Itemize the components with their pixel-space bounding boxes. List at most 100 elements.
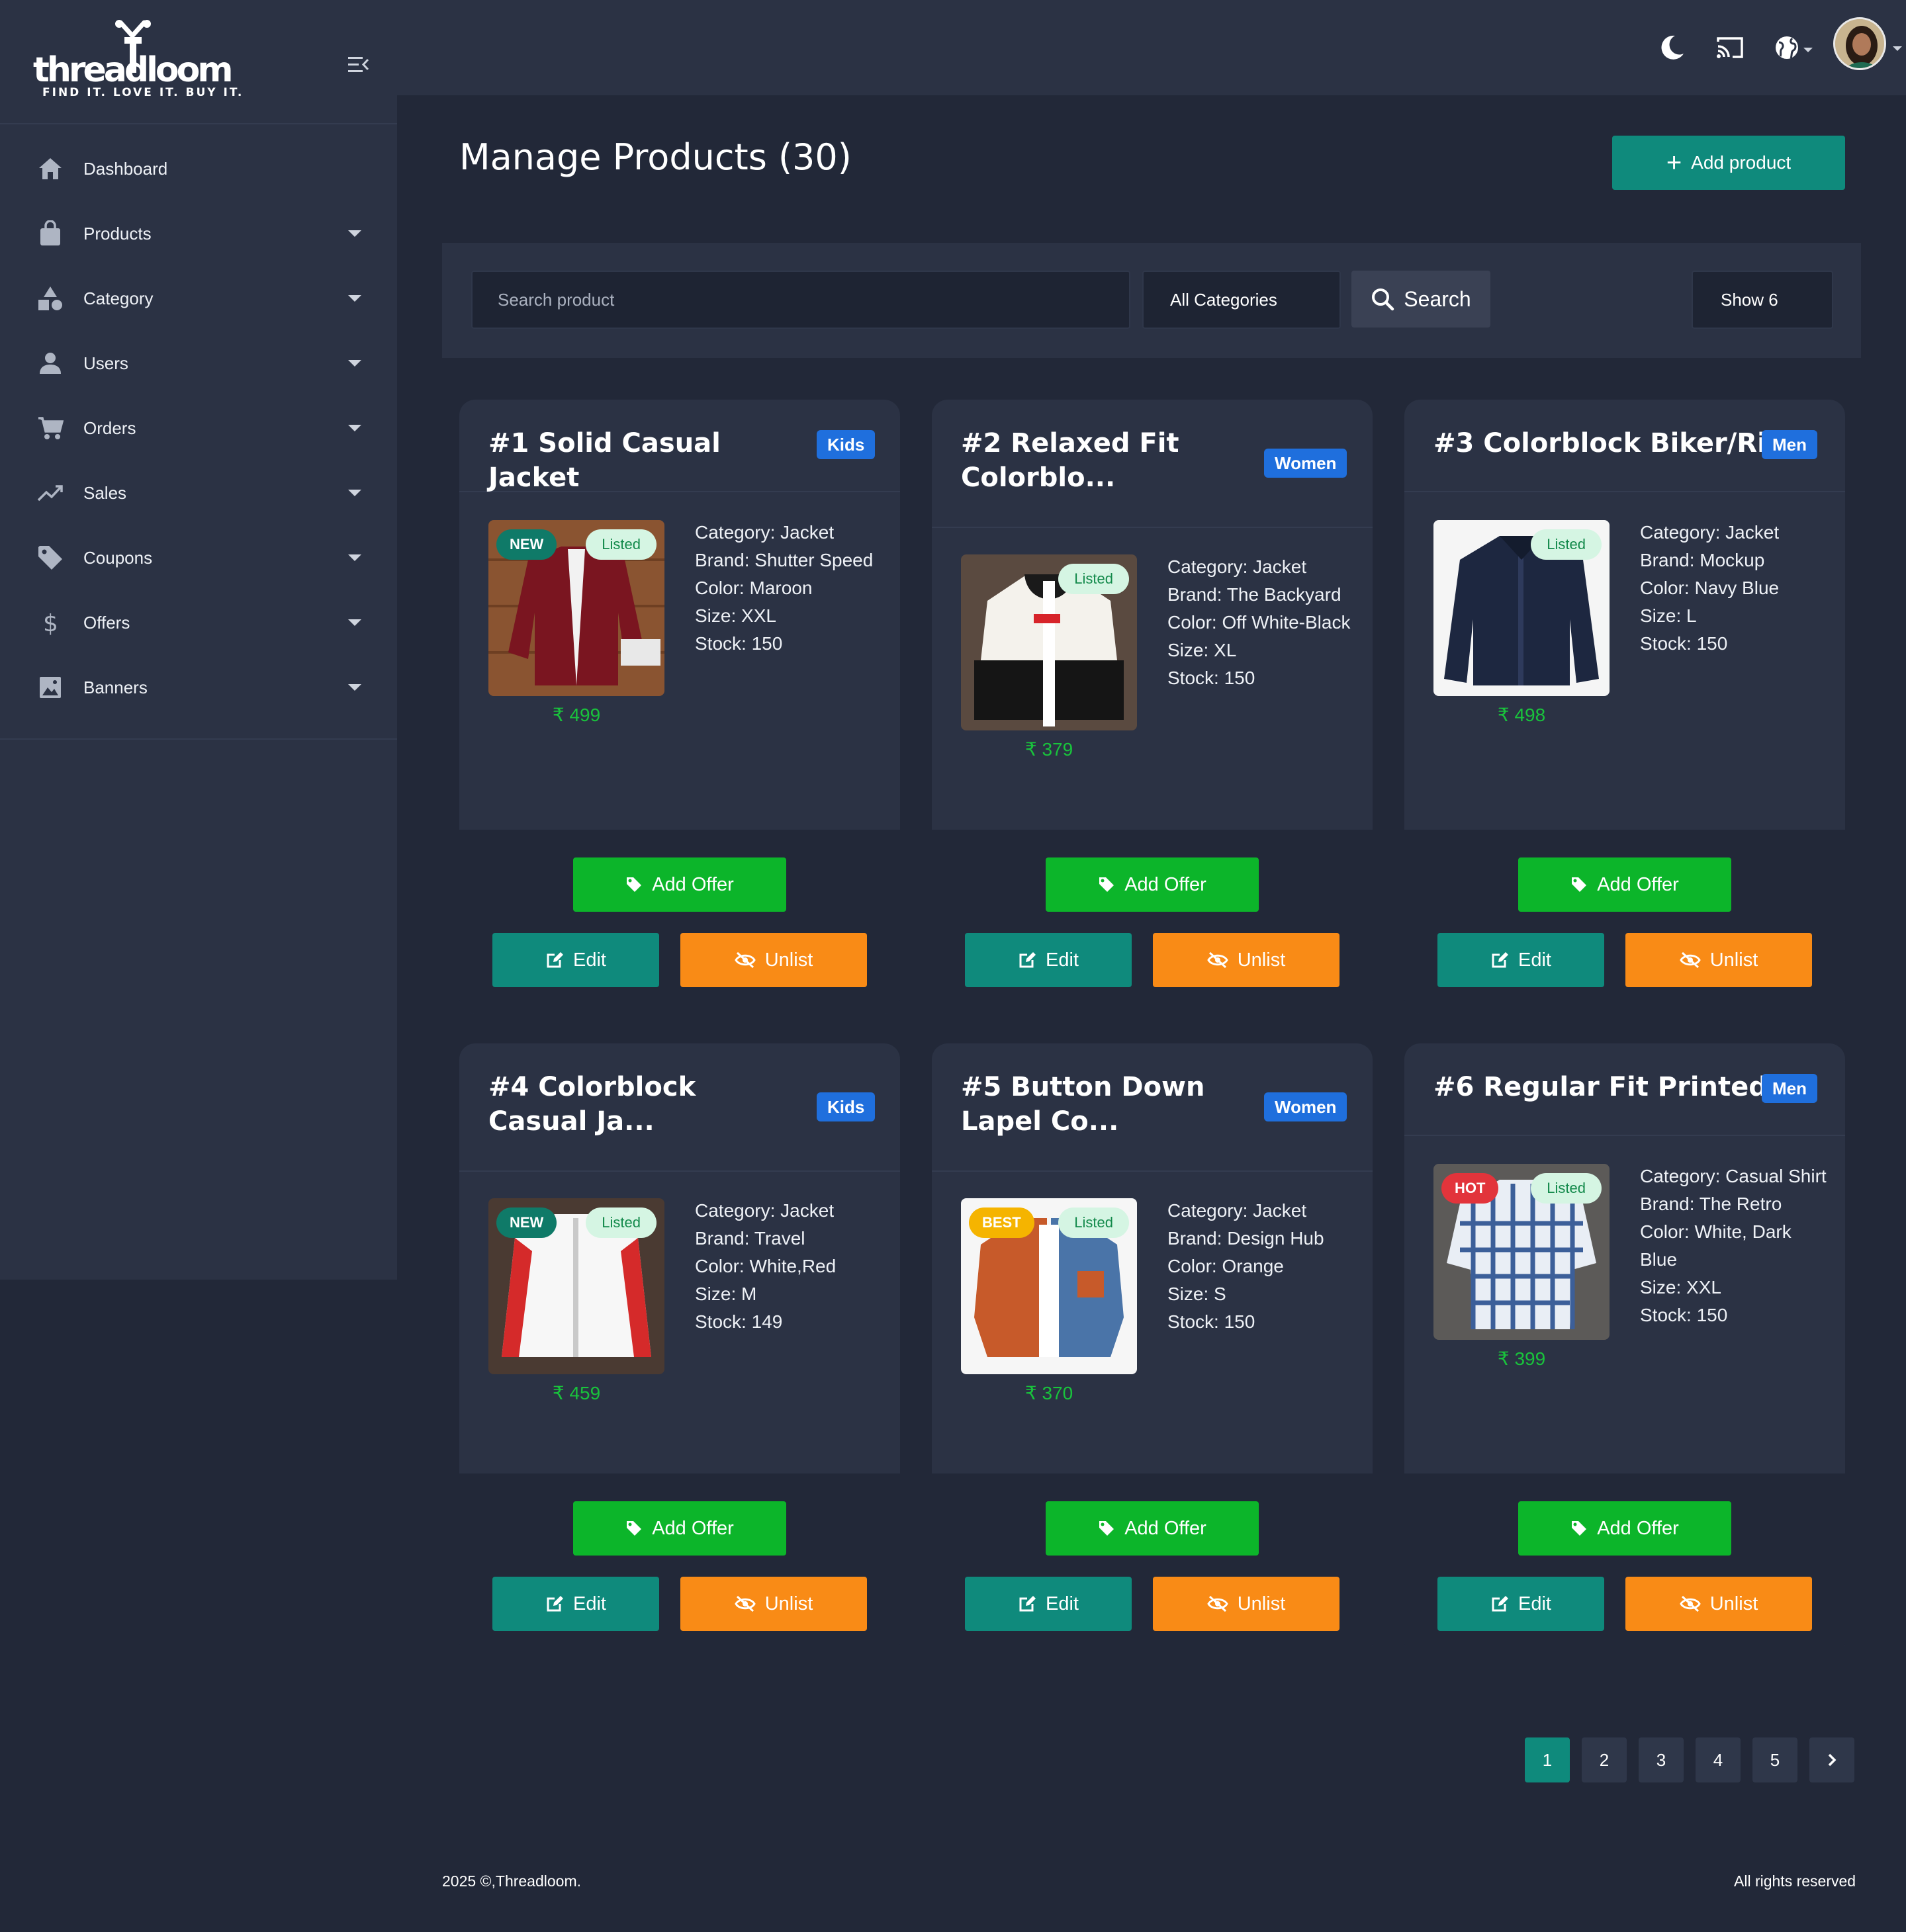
page-button-3[interactable]: 3 bbox=[1639, 1737, 1684, 1782]
add-offer-button[interactable]: Add Offer bbox=[1518, 857, 1731, 912]
category-badge: Women bbox=[1264, 449, 1347, 478]
edit-button[interactable]: Edit bbox=[492, 1577, 659, 1631]
product-card: #2 Relaxed Fit Colorblo... Women Listed … bbox=[932, 400, 1373, 1014]
cast-icon[interactable] bbox=[1714, 32, 1746, 64]
page-button-5[interactable]: 5 bbox=[1752, 1737, 1797, 1782]
sidebar-item-banners[interactable]: Banners bbox=[0, 655, 397, 720]
detail-brand: Brand: Design Hub bbox=[1167, 1228, 1324, 1249]
detail-size: Size: XL bbox=[1167, 640, 1237, 660]
unlist-button[interactable]: Unlist bbox=[680, 933, 867, 987]
eye-slash-icon bbox=[1680, 951, 1701, 969]
detail-category: Category: Casual Shirt bbox=[1640, 1166, 1827, 1186]
edit-label: Edit bbox=[1518, 949, 1551, 971]
sidebar-item-category[interactable]: Category bbox=[0, 266, 397, 331]
chevron-down-icon[interactable] bbox=[1893, 46, 1902, 51]
unlist-button[interactable]: Unlist bbox=[680, 1577, 867, 1631]
add-offer-button[interactable]: Add Offer bbox=[1046, 857, 1259, 912]
edit-icon bbox=[547, 952, 563, 968]
unlist-label: Unlist bbox=[764, 949, 813, 971]
dollar-icon: $ bbox=[37, 609, 64, 637]
detail-size: Size: L bbox=[1640, 605, 1697, 626]
product-details: Category: Jacket Brand: Shutter Speed Co… bbox=[695, 519, 887, 658]
logo[interactable]: threadloom FIND IT. LOVE IT. BUY IT. bbox=[33, 20, 242, 99]
listed-status: Listed bbox=[586, 529, 657, 560]
footer-copyright: 2025 ©,Threadloom. bbox=[442, 1872, 582, 1890]
edit-button[interactable]: Edit bbox=[1437, 933, 1604, 987]
edit-button[interactable]: Edit bbox=[965, 1577, 1132, 1631]
card-actions: Add Offer Edit Unlist bbox=[459, 1473, 900, 1657]
sidebar: threadloom FIND IT. LOVE IT. BUY IT. Das… bbox=[0, 0, 397, 1280]
page-title: Manage Products (30) bbox=[459, 136, 852, 178]
add-product-button[interactable]: + Add product bbox=[1612, 136, 1845, 190]
sidebar-item-dashboard[interactable]: Dashboard bbox=[0, 136, 397, 201]
sidebar-item-orders[interactable]: Orders bbox=[0, 396, 397, 461]
detail-size: Size: XXL bbox=[695, 605, 776, 626]
add-offer-button[interactable]: Add Offer bbox=[573, 1501, 786, 1556]
category-badge: Men bbox=[1762, 430, 1817, 459]
detail-category: Category: Jacket bbox=[1167, 1200, 1307, 1221]
product-card: #3 Colorblock Biker/Rid... Men Listed ₹ … bbox=[1404, 400, 1845, 1014]
chevron-down-icon bbox=[348, 425, 361, 431]
new-tag: NEW bbox=[496, 1208, 557, 1238]
product-image: Listed bbox=[961, 554, 1137, 730]
unlist-button[interactable]: Unlist bbox=[1153, 1577, 1339, 1631]
edit-icon bbox=[1492, 1596, 1508, 1612]
detail-stock: Stock: 150 bbox=[1167, 668, 1255, 688]
detail-brand: Brand: Shutter Speed bbox=[695, 550, 874, 570]
unlist-button[interactable]: Unlist bbox=[1625, 933, 1812, 987]
detail-brand: Brand: Travel bbox=[695, 1228, 805, 1249]
add-offer-button[interactable]: Add Offer bbox=[1518, 1501, 1731, 1556]
chevron-down-icon bbox=[348, 684, 361, 691]
page-button-2[interactable]: 2 bbox=[1582, 1737, 1627, 1782]
plus-icon: + bbox=[1666, 148, 1682, 177]
edit-label: Edit bbox=[1518, 1593, 1551, 1614]
product-details: Category: Casual Shirt Brand: The Retro … bbox=[1640, 1163, 1832, 1329]
globe-icon[interactable] bbox=[1771, 32, 1803, 64]
sidebar-item-sales[interactable]: Sales bbox=[0, 461, 397, 525]
sidebar-item-offers[interactable]: $ Offers bbox=[0, 590, 397, 655]
page-button-4[interactable]: 4 bbox=[1696, 1737, 1741, 1782]
add-offer-button[interactable]: Add Offer bbox=[573, 857, 786, 912]
bag-icon bbox=[37, 220, 64, 247]
sidebar-nav: Dashboard Products Category Users Orders… bbox=[0, 124, 397, 740]
add-offer-label: Add Offer bbox=[1597, 1517, 1679, 1539]
chevron-down-icon bbox=[348, 554, 361, 561]
chevron-right-icon bbox=[1828, 1753, 1837, 1767]
search-button-label: Search bbox=[1404, 286, 1471, 311]
eye-slash-icon bbox=[1680, 1595, 1701, 1612]
search-input[interactable] bbox=[471, 271, 1130, 329]
filter-bar: All Categories Search Show 6 bbox=[442, 243, 1861, 358]
chevron-down-icon[interactable] bbox=[1803, 48, 1813, 52]
detail-stock: Stock: 150 bbox=[695, 633, 783, 654]
card-header: #4 Colorblock Casual Ja... Kids bbox=[459, 1043, 900, 1172]
sidebar-item-label: Users bbox=[83, 353, 128, 373]
detail-brand: Brand: The Retro bbox=[1640, 1194, 1782, 1214]
next-page-button[interactable] bbox=[1809, 1737, 1854, 1782]
search-button[interactable]: Search bbox=[1351, 271, 1490, 328]
edit-button[interactable]: Edit bbox=[965, 933, 1132, 987]
cart-icon bbox=[37, 415, 64, 441]
sidebar-item-coupons[interactable]: Coupons bbox=[0, 525, 397, 590]
unlist-button[interactable]: Unlist bbox=[1153, 933, 1339, 987]
listed-status: Listed bbox=[1058, 564, 1129, 594]
sidebar-item-products[interactable]: Products bbox=[0, 201, 397, 266]
sidebar-item-label: Coupons bbox=[83, 547, 153, 568]
add-offer-button[interactable]: Add Offer bbox=[1046, 1501, 1259, 1556]
sidebar-item-users[interactable]: Users bbox=[0, 331, 397, 396]
category-badge: Women bbox=[1264, 1092, 1347, 1121]
category-select[interactable]: All Categories bbox=[1142, 271, 1341, 329]
edit-button[interactable]: Edit bbox=[492, 933, 659, 987]
image-icon bbox=[37, 674, 64, 701]
unlist-button[interactable]: Unlist bbox=[1625, 1577, 1812, 1631]
edit-button[interactable]: Edit bbox=[1437, 1577, 1604, 1631]
product-details: Category: Jacket Brand: Travel Color: Wh… bbox=[695, 1197, 887, 1336]
product-card: #1 Solid Casual Jacket Kids NEW Listed ₹… bbox=[459, 400, 900, 1014]
collapse-menu-icon[interactable] bbox=[345, 53, 372, 77]
eye-slash-icon bbox=[735, 1595, 756, 1612]
page-button-1[interactable]: 1 bbox=[1525, 1737, 1570, 1782]
home-icon bbox=[37, 155, 64, 182]
page-size-select[interactable]: Show 6 bbox=[1692, 271, 1833, 329]
sidebar-item-label: Dashboard bbox=[83, 158, 168, 179]
avatar[interactable] bbox=[1833, 17, 1886, 70]
moon-icon[interactable] bbox=[1656, 32, 1688, 64]
